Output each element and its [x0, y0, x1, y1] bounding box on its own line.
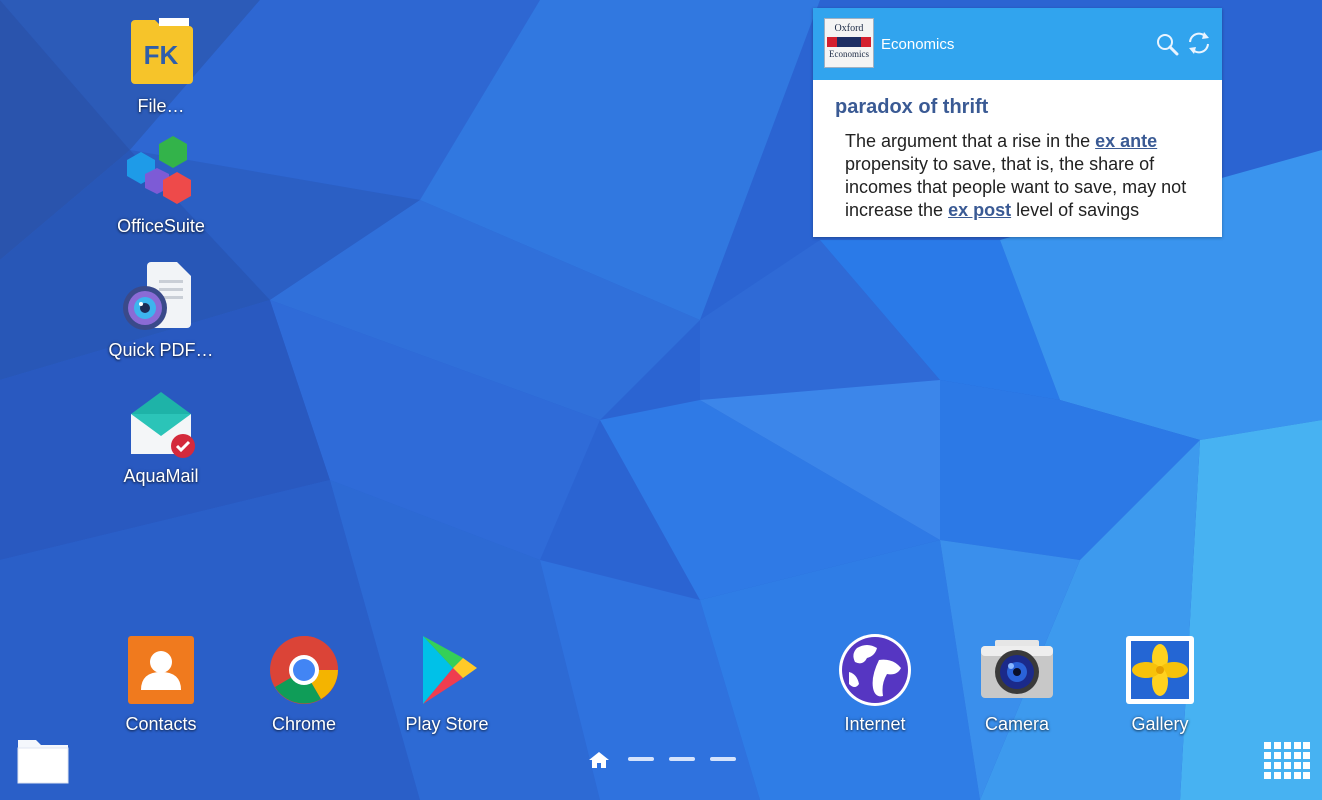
- page-dot[interactable]: [628, 757, 654, 761]
- quick-pdf-scanner-icon: [121, 258, 201, 338]
- dictionary-widget[interactable]: Oxford Economics Economics paradox of th…: [813, 8, 1222, 237]
- app-label: Camera: [984, 714, 1050, 734]
- file-commander-icon: FK: [121, 14, 201, 94]
- app-file-commander[interactable]: FK File…: [91, 14, 231, 117]
- page-dot[interactable]: [710, 757, 736, 761]
- term-definition: The argument that a rise in the ex ante …: [845, 131, 1187, 220]
- app-label: Contacts: [125, 714, 197, 734]
- app-play-store[interactable]: Play Store: [377, 632, 517, 735]
- widget-source-title: Economics: [881, 36, 955, 53]
- term-heading: paradox of thrift: [835, 96, 989, 118]
- app-camera[interactable]: Camera: [947, 632, 1087, 735]
- search-icon[interactable]: [1155, 32, 1179, 56]
- app-label: AquaMail: [123, 466, 199, 486]
- app-label: OfficeSuite: [117, 216, 205, 236]
- aquamail-icon: [121, 384, 201, 464]
- app-officesuite[interactable]: OfficeSuite: [91, 134, 231, 237]
- link-ex-post[interactable]: ex post: [948, 200, 1011, 220]
- contacts-icon: [121, 632, 201, 712]
- svg-text:FK: FK: [144, 40, 179, 70]
- app-internet[interactable]: Internet: [805, 632, 945, 735]
- app-label: File…: [137, 96, 185, 116]
- refresh-icon[interactable]: [1186, 30, 1212, 56]
- officesuite-icon: [121, 134, 201, 214]
- folder-icon[interactable]: [16, 734, 70, 786]
- page-dot[interactable]: [669, 757, 695, 761]
- app-label: Chrome: [271, 714, 337, 734]
- widget-header: Oxford Economics Economics: [813, 8, 1222, 80]
- link-ex-ante[interactable]: ex ante: [1095, 131, 1157, 151]
- app-gallery[interactable]: Gallery: [1090, 632, 1230, 735]
- app-quick-pdf[interactable]: Quick PDF…: [91, 258, 231, 361]
- chrome-icon: [264, 632, 344, 712]
- home-icon[interactable]: [588, 751, 610, 769]
- app-chrome[interactable]: Chrome: [234, 632, 374, 735]
- internet-globe-icon: [835, 632, 915, 712]
- app-label: Play Store: [405, 714, 489, 734]
- play-store-icon: [407, 632, 487, 712]
- camera-icon: [977, 632, 1057, 712]
- gallery-icon: [1120, 632, 1200, 712]
- app-label: Quick PDF…: [108, 340, 214, 360]
- oxford-economics-logo: Oxford Economics: [824, 18, 874, 68]
- app-label: Gallery: [1131, 714, 1189, 734]
- app-label: Internet: [844, 714, 906, 734]
- app-aquamail[interactable]: AquaMail: [91, 384, 231, 487]
- apps-grid-icon[interactable]: [1264, 742, 1310, 786]
- app-contacts[interactable]: Contacts: [91, 632, 231, 735]
